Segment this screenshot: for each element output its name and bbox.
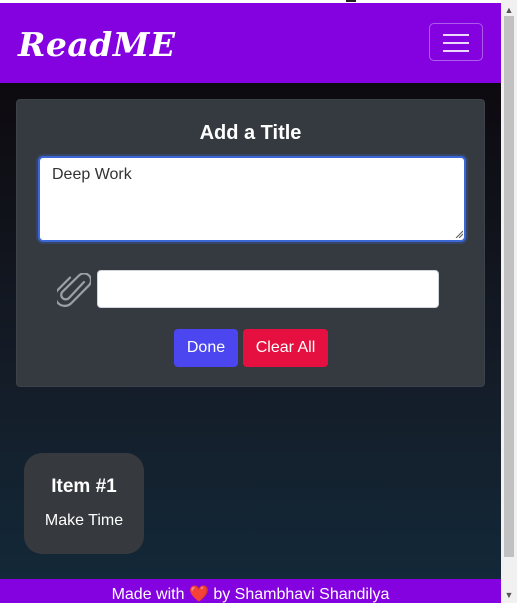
- scrollbar-thumb[interactable]: [504, 16, 514, 557]
- paperclip-icon: [57, 273, 91, 307]
- footer: Made with ❤️ by Shambhavi Shandilya: [0, 579, 501, 603]
- note-card-title: Item #1: [51, 476, 117, 497]
- footer-prefix: Made with: [111, 586, 185, 603]
- note-card[interactable]: Item #1 Make Time: [24, 453, 144, 554]
- heart-icon: ❤️: [188, 586, 209, 603]
- file-input[interactable]: [97, 270, 439, 308]
- done-button[interactable]: Done: [174, 329, 238, 367]
- hamburger-menu-icon: [443, 34, 469, 36]
- brand-logo[interactable]: ReadME: [18, 25, 176, 64]
- add-note-form: Add a Title Done Clear All: [16, 99, 485, 387]
- note-card-description: Make Time: [44, 512, 124, 529]
- scroll-down-arrow-icon[interactable]: ▼: [501, 587, 517, 603]
- form-heading: Add a Title: [199, 122, 302, 144]
- footer-author: by Shambhavi Shandilya: [213, 586, 390, 603]
- vertical-scrollbar[interactable]: ▲ ▼: [501, 0, 517, 603]
- main-content: Add a Title Done Clear All Item #1 Make …: [0, 83, 501, 579]
- navbar-toggler-button[interactable]: [429, 23, 483, 61]
- navbar: ReadME: [0, 3, 501, 83]
- resize-grip-icon[interactable]: [455, 230, 463, 238]
- title-textarea[interactable]: [38, 156, 466, 242]
- clear-all-button[interactable]: Clear All: [243, 329, 328, 367]
